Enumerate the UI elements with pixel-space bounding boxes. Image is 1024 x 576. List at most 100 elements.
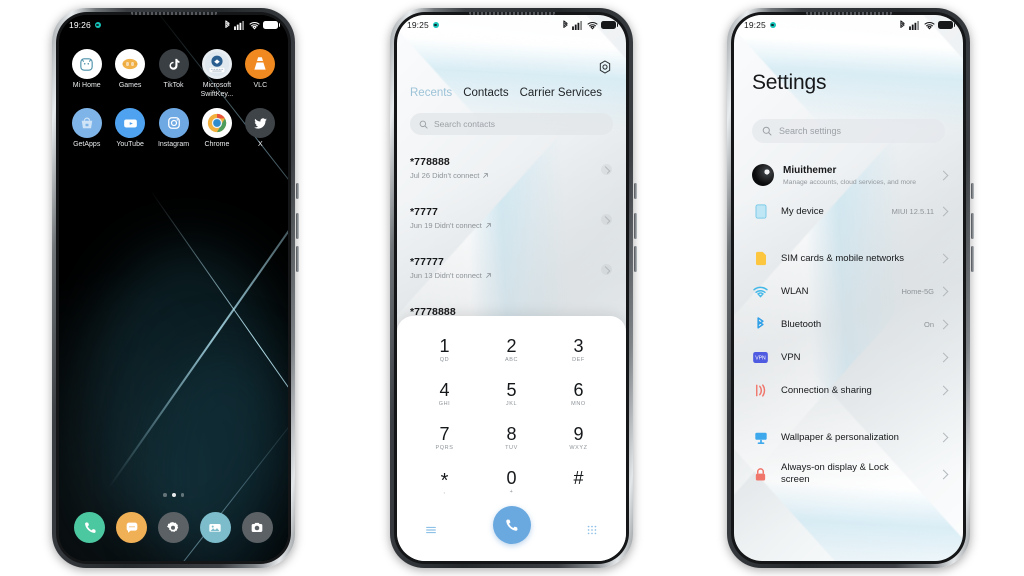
dock-phone-button[interactable] [74,512,106,543]
volume-up-button[interactable] [634,213,637,239]
setting-label: Bluetooth [781,318,822,330]
dialpad-key-3[interactable]: 3 DEF [545,328,612,372]
sidebar-item-bluetooth[interactable]: Bluetooth On [734,308,963,341]
phone-dialer-screen: 19:25 Recents Contacts Carrier Services … [390,8,637,568]
key-letters: QD [439,357,450,363]
battery-icon [263,21,280,29]
chevron-right-icon [938,352,949,363]
volume-down-button[interactable] [296,246,299,272]
app-chrome[interactable]: Chrome [195,108,238,150]
sidebar-item-my-device[interactable]: My device MIUI 12.5.11 [734,195,963,228]
setting-label: Wallpaper & personalization [781,431,899,443]
volume-up-button[interactable] [296,213,299,239]
wifi-icon [249,21,259,29]
dialpad-key-7[interactable]: 7 PQRS [411,416,478,460]
group-divider [734,407,963,421]
table-row[interactable]: *77777 Jun 13 Didn't connect [397,247,626,297]
dock-settings-button[interactable] [157,512,189,543]
call-detail: Jul 26 Didn't connect [410,171,613,180]
sidebar-item-sim-cards[interactable]: SIM cards & mobile networks [734,242,963,275]
setting-sublabel: Manage accounts, cloud services, and mor… [783,178,916,186]
svg-text:VPN: VPN [755,356,766,362]
app-tiktok[interactable]: TikTok [152,49,195,99]
sidebar-item-vpn[interactable]: VPN VPN [734,341,963,374]
sidebar-item-wlan[interactable]: WLAN Home-5G [734,275,963,308]
tab-contacts[interactable]: Contacts [463,87,508,99]
search-settings-input[interactable]: Search settings [752,119,945,143]
keypad-icon[interactable] [586,524,598,536]
dialpad-key-star[interactable]: *, [411,460,478,504]
chevron-right-icon[interactable] [601,264,612,275]
volume-down-button[interactable] [971,246,974,272]
app-getapps[interactable]: GetApps [65,108,108,150]
dialpad-key-5[interactable]: 5 JKL [478,372,545,416]
key-digit: 5 [506,380,517,400]
mi-home-icon [71,49,102,79]
chevron-right-icon [938,319,949,330]
sidebar-item-connection-sharing[interactable]: Connection & sharing [734,374,963,407]
dialpad-key-2[interactable]: 2 ABC [478,328,545,372]
tab-carrier-services[interactable]: Carrier Services [520,87,602,99]
sidebar-item-wallpaper[interactable]: Wallpaper & personalization [734,421,963,454]
app-microsoft-swiftkey[interactable]: Microsoft SwiftKey... [195,49,238,99]
call-number: *77777 [410,256,444,268]
device-icon [752,203,769,220]
call-number: *7777 [410,206,438,218]
instagram-icon [158,108,189,138]
volume-up-button[interactable] [971,213,974,239]
volume-down-button[interactable] [634,246,637,272]
call-detail: Jun 13 Didn't connect [410,271,613,280]
outgoing-call-arrow-icon [486,273,491,278]
dialpad-key-8[interactable]: 8 TUV [478,416,545,460]
phone-home-screen: 19:26 Mi Home Games TikTok Microsoft Swi… [52,8,299,568]
power-button[interactable] [634,183,637,199]
dock-messages-button[interactable] [116,512,148,543]
app-x-twitter[interactable]: X [239,108,282,150]
key-digit: 9 [573,424,584,444]
wallpaper-icon [752,429,769,446]
key-letters: + [509,489,514,495]
chevron-right-icon[interactable] [601,214,612,225]
microsoft-swiftkey-icon [201,49,232,79]
call-button[interactable] [492,506,531,544]
dock-gallery-button[interactable] [199,512,231,543]
menu-lines-icon[interactable] [425,524,437,536]
dialpad-key-1[interactable]: 1 QD [411,328,478,372]
table-row[interactable]: *7777 Jun 19 Didn't connect [397,197,626,247]
app-vlc[interactable]: VLC [239,49,282,99]
dialpad-key-6[interactable]: 6 MNO [545,372,612,416]
dialpad-key-0[interactable]: 0 + [478,460,545,504]
privacy-indicator-icon [432,22,439,28]
sidebar-item-account[interactable]: Miuithemer Manage accounts, cloud servic… [734,155,963,195]
app-label: Games [118,82,142,89]
key-digit: 8 [506,424,517,444]
page-dot-active[interactable] [171,493,176,497]
battery-icon [938,21,955,29]
app-youtube[interactable]: YouTube [108,108,151,150]
key-letters: ABC [504,357,519,363]
search-placeholder: Search settings [779,126,842,136]
chevron-right-icon [938,385,949,396]
page-dot[interactable] [163,493,167,497]
app-label: YouTube [116,141,144,148]
call-detail-text: Jul 26 Didn't connect [410,171,480,180]
app-games[interactable]: Games [108,49,151,99]
dock-camera-button[interactable] [241,512,273,543]
power-button[interactable] [296,183,299,199]
call-number: *778888 [410,156,450,168]
chevron-right-icon[interactable] [601,164,612,175]
gear-icon[interactable] [597,59,613,75]
table-row[interactable]: *778888 Jul 26 Didn't connect [397,147,626,197]
dialpad-key-9[interactable]: 9 WXYZ [545,416,612,460]
tab-recents[interactable]: Recents [410,87,452,99]
sidebar-item-always-on-display[interactable]: Always-on display & Lock screen [734,454,963,494]
status-bar: 19:25 [397,15,626,35]
power-button[interactable] [971,183,974,199]
app-instagram[interactable]: Instagram [152,108,195,150]
search-contacts-input[interactable]: Search contacts [410,113,613,135]
dialpad-key-hash[interactable]: # [545,460,612,504]
page-dot[interactable] [180,493,184,497]
status-time: 19:25 [407,20,429,30]
app-mi-home[interactable]: Mi Home [65,49,108,99]
dialpad-key-4[interactable]: 4 GHI [411,372,478,416]
